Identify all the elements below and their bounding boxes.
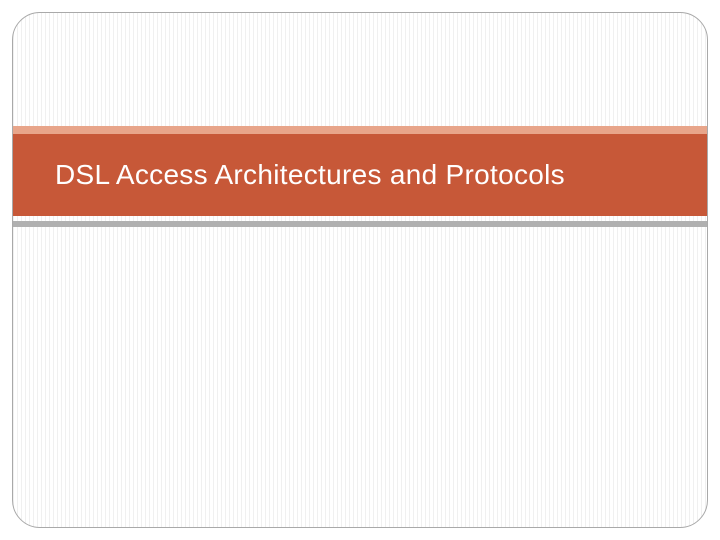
slide-frame: DSL Access Architectures and Protocols	[12, 12, 708, 528]
title-band: DSL Access Architectures and Protocols	[13, 134, 707, 216]
slide-title: DSL Access Architectures and Protocols	[55, 159, 565, 191]
decorative-top-stripe	[13, 126, 707, 134]
decorative-bottom-stripe	[13, 221, 707, 227]
